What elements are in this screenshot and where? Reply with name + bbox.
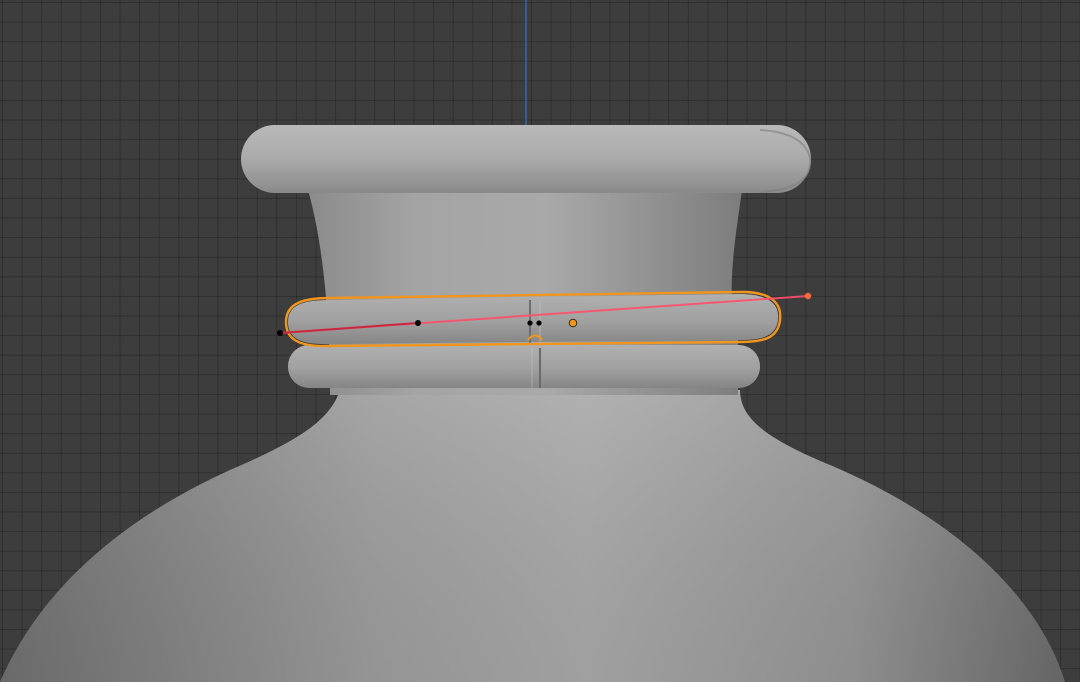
vertex-point[interactable]	[536, 320, 542, 326]
neck-ring-upper[interactable]	[284, 290, 782, 348]
3d-viewport[interactable]	[0, 0, 1080, 682]
vertex-point-active[interactable]	[804, 292, 812, 300]
vase-rim[interactable]	[241, 125, 812, 193]
vertex-point[interactable]	[277, 330, 283, 336]
viewport-scene[interactable]	[0, 0, 1080, 682]
neck-ring-lower[interactable]	[288, 345, 760, 388]
vertex-point[interactable]	[527, 320, 533, 326]
vertex-point[interactable]	[415, 320, 421, 326]
object-origin[interactable]	[568, 318, 578, 328]
vase-body[interactable]	[0, 390, 1065, 682]
